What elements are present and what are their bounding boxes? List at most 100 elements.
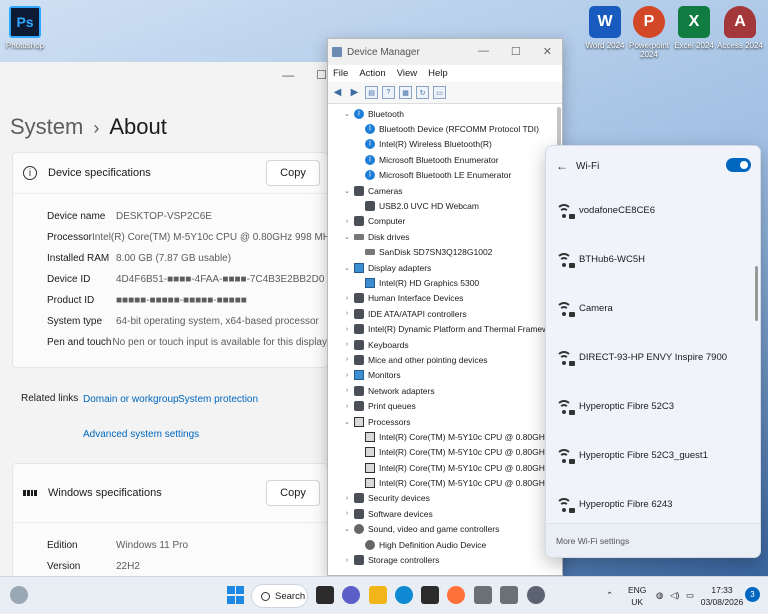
chevron-right-icon[interactable]: ›	[342, 295, 352, 302]
copy-windows-specs-button[interactable]: Copy	[266, 480, 320, 506]
back-arrow-icon[interactable]: ←	[556, 159, 570, 173]
chevron-right-icon[interactable]: ›	[342, 310, 352, 317]
chevron-right-icon[interactable]: ›	[342, 356, 352, 363]
chevron-down-icon[interactable]: ⌄	[342, 233, 352, 241]
chevron-right-icon[interactable]: ›	[342, 341, 352, 348]
tree-category[interactable]: › Human Interface Devices	[328, 291, 562, 306]
chevron-down-icon[interactable]: ⌄	[342, 187, 352, 195]
tree-category[interactable]: › Intel(R) Dynamic Platform and Thermal F…	[328, 321, 562, 336]
tree-device[interactable]: Intel(R) Core(TM) M-5Y10c CPU @ 0.80GHz	[328, 475, 562, 490]
weather-icon[interactable]	[10, 586, 28, 604]
tree-category[interactable]: › Storage controllers	[328, 552, 562, 567]
store-icon[interactable]	[421, 586, 439, 604]
tree-device[interactable]: High Definition Audio Device	[328, 537, 562, 552]
tree-category[interactable]: ⌄ Processors	[328, 414, 562, 429]
wifi-network-item[interactable]: vodafoneCE8CE6	[546, 186, 760, 235]
scan-hardware-icon[interactable]: ↻	[416, 86, 429, 99]
scrollbar[interactable]	[755, 266, 758, 321]
tree-device[interactable]: Intel(R) Core(TM) M-5Y10c CPU @ 0.80GHz	[328, 429, 562, 444]
wifi-network-item[interactable]: Hyperoptic Fibre 52C3	[546, 382, 760, 431]
more-wifi-settings-link[interactable]: More Wi-Fi settings	[546, 523, 760, 557]
tree-category[interactable]: ⌄ Disk drives	[328, 229, 562, 244]
chevron-right-icon[interactable]: ›	[342, 218, 352, 225]
chevron-right-icon[interactable]: ›	[342, 510, 352, 517]
battery-icon[interactable]: ▭	[686, 589, 694, 601]
help-icon[interactable]: ?	[382, 86, 395, 99]
maximize-icon[interactable]: ☐	[511, 45, 521, 58]
card-header[interactable]: Windows specifications Copy	[13, 464, 327, 522]
desktop-icon-access[interactable]: A Access 2024	[715, 6, 765, 50]
tree-category[interactable]: › Monitors	[328, 368, 562, 383]
desktop-icon-powerpoint[interactable]: P Powerpoint 2024	[624, 6, 674, 59]
taskbar-search[interactable]: Search	[251, 584, 308, 608]
wifi-network-item[interactable]: DIRECT-93-HP ENVY Inspire 7900	[546, 333, 760, 382]
tree-device[interactable]: Intel(R) HD Graphics 5300	[328, 275, 562, 290]
wifi-network-item[interactable]: Hyperoptic Fibre 6243	[546, 480, 760, 529]
advanced-system-settings-link[interactable]: Advanced system settings	[83, 429, 199, 440]
tree-device[interactable]: ᛒ Microsoft Bluetooth Enumerator	[328, 152, 562, 167]
chevron-right-icon[interactable]: ›	[342, 403, 352, 410]
menu-file[interactable]: File	[333, 68, 348, 79]
tree-category[interactable]: › Software devices	[328, 506, 562, 521]
menu-help[interactable]: Help	[428, 68, 448, 79]
wifi-network-item[interactable]: BTHub6-WC5H	[546, 235, 760, 284]
tree-category[interactable]: › Keyboards	[328, 337, 562, 352]
system-protection-link[interactable]: System protection	[178, 394, 258, 405]
tree-category[interactable]: › Network adapters	[328, 383, 562, 398]
chevron-down-icon[interactable]: ⌄	[342, 264, 352, 272]
tree-device[interactable]: SanDisk SD7SN3Q128G1002	[328, 245, 562, 260]
menu-view[interactable]: View	[397, 68, 417, 79]
start-button[interactable]	[226, 586, 244, 604]
tree-device[interactable]: USB2.0 UVC HD Webcam	[328, 198, 562, 213]
device-manager-taskbar-icon[interactable]	[474, 586, 492, 604]
chevron-right-icon[interactable]: ›	[342, 372, 352, 379]
title-bar[interactable]: Device Manager — ☐ ✕	[328, 39, 562, 65]
domain-workgroup-link[interactable]: Domain or workgroup	[83, 394, 179, 405]
tree-device[interactable]: Intel(R) Core(TM) M-5Y10c CPU @ 0.80GHz	[328, 445, 562, 460]
tree-category[interactable]: › IDE ATA/ATAPI controllers	[328, 306, 562, 321]
monitor-icon[interactable]: ▭	[433, 86, 446, 99]
breadcrumb-system[interactable]: System	[10, 114, 83, 139]
minimize-icon[interactable]: —	[282, 68, 294, 82]
close-icon[interactable]: ✕	[543, 45, 552, 58]
tree-category[interactable]: › Computer	[328, 214, 562, 229]
desktop-icon-photoshop[interactable]: Ps Photoshop	[0, 6, 50, 50]
task-view-icon[interactable]	[316, 586, 334, 604]
tree-device[interactable]: ᛒ Intel(R) Wireless Bluetooth(R)	[328, 137, 562, 152]
maximize-icon[interactable]: ☐	[316, 68, 327, 82]
card-header[interactable]: i Device specifications Copy	[13, 153, 327, 193]
tree-category[interactable]: › Security devices	[328, 491, 562, 506]
tree-category[interactable]: ⌄ Display adapters	[328, 260, 562, 275]
clock[interactable]: 17:33 03/08/2026	[700, 584, 744, 608]
chevron-down-icon[interactable]: ⌄	[342, 418, 352, 426]
printer-taskbar-icon[interactable]	[500, 586, 518, 604]
minimize-icon[interactable]: —	[478, 45, 489, 58]
notification-badge[interactable]: 3	[745, 587, 760, 602]
settings-gear-icon[interactable]	[527, 586, 545, 604]
tree-category[interactable]: ⌄ ᛒ Bluetooth	[328, 106, 562, 121]
tree-device[interactable]: ᛒ Microsoft Bluetooth LE Enumerator	[328, 168, 562, 183]
file-explorer-icon[interactable]	[369, 586, 387, 604]
tree-category[interactable]: ⌄ Sound, video and game controllers	[328, 522, 562, 537]
chevron-down-icon[interactable]: ⌄	[342, 110, 352, 118]
desktop-icon-word[interactable]: W Word 2024	[580, 6, 630, 50]
menu-action[interactable]: Action	[359, 68, 385, 79]
wifi-toggle[interactable]	[726, 158, 751, 172]
tree-category[interactable]: ⌄ Cameras	[328, 183, 562, 198]
chevron-right-icon[interactable]: ›	[342, 557, 352, 564]
chevron-right-icon[interactable]: ›	[342, 495, 352, 502]
firefox-icon[interactable]	[447, 586, 465, 604]
show-hidden-icons-chevron[interactable]: ⌃	[606, 589, 613, 601]
tree-category[interactable]: › Print queues	[328, 398, 562, 413]
volume-icon[interactable]: ◁)	[670, 589, 679, 601]
properties-icon[interactable]: ▤	[365, 86, 378, 99]
chat-icon[interactable]	[342, 586, 360, 604]
network-icon[interactable]: ◍	[656, 589, 663, 601]
wifi-network-item[interactable]: Camera	[546, 284, 760, 333]
back-icon[interactable]: ◀	[331, 86, 344, 99]
copy-device-specs-button[interactable]: Copy	[266, 160, 320, 186]
tree-device[interactable]: ᛒ Bluetooth Device (RFCOMM Protocol TDI)	[328, 121, 562, 136]
tree-device[interactable]: Intel(R) Core(TM) M-5Y10c CPU @ 0.80GHz	[328, 460, 562, 475]
edge-icon[interactable]	[395, 586, 413, 604]
language-indicator[interactable]: ENG UK	[628, 584, 646, 608]
